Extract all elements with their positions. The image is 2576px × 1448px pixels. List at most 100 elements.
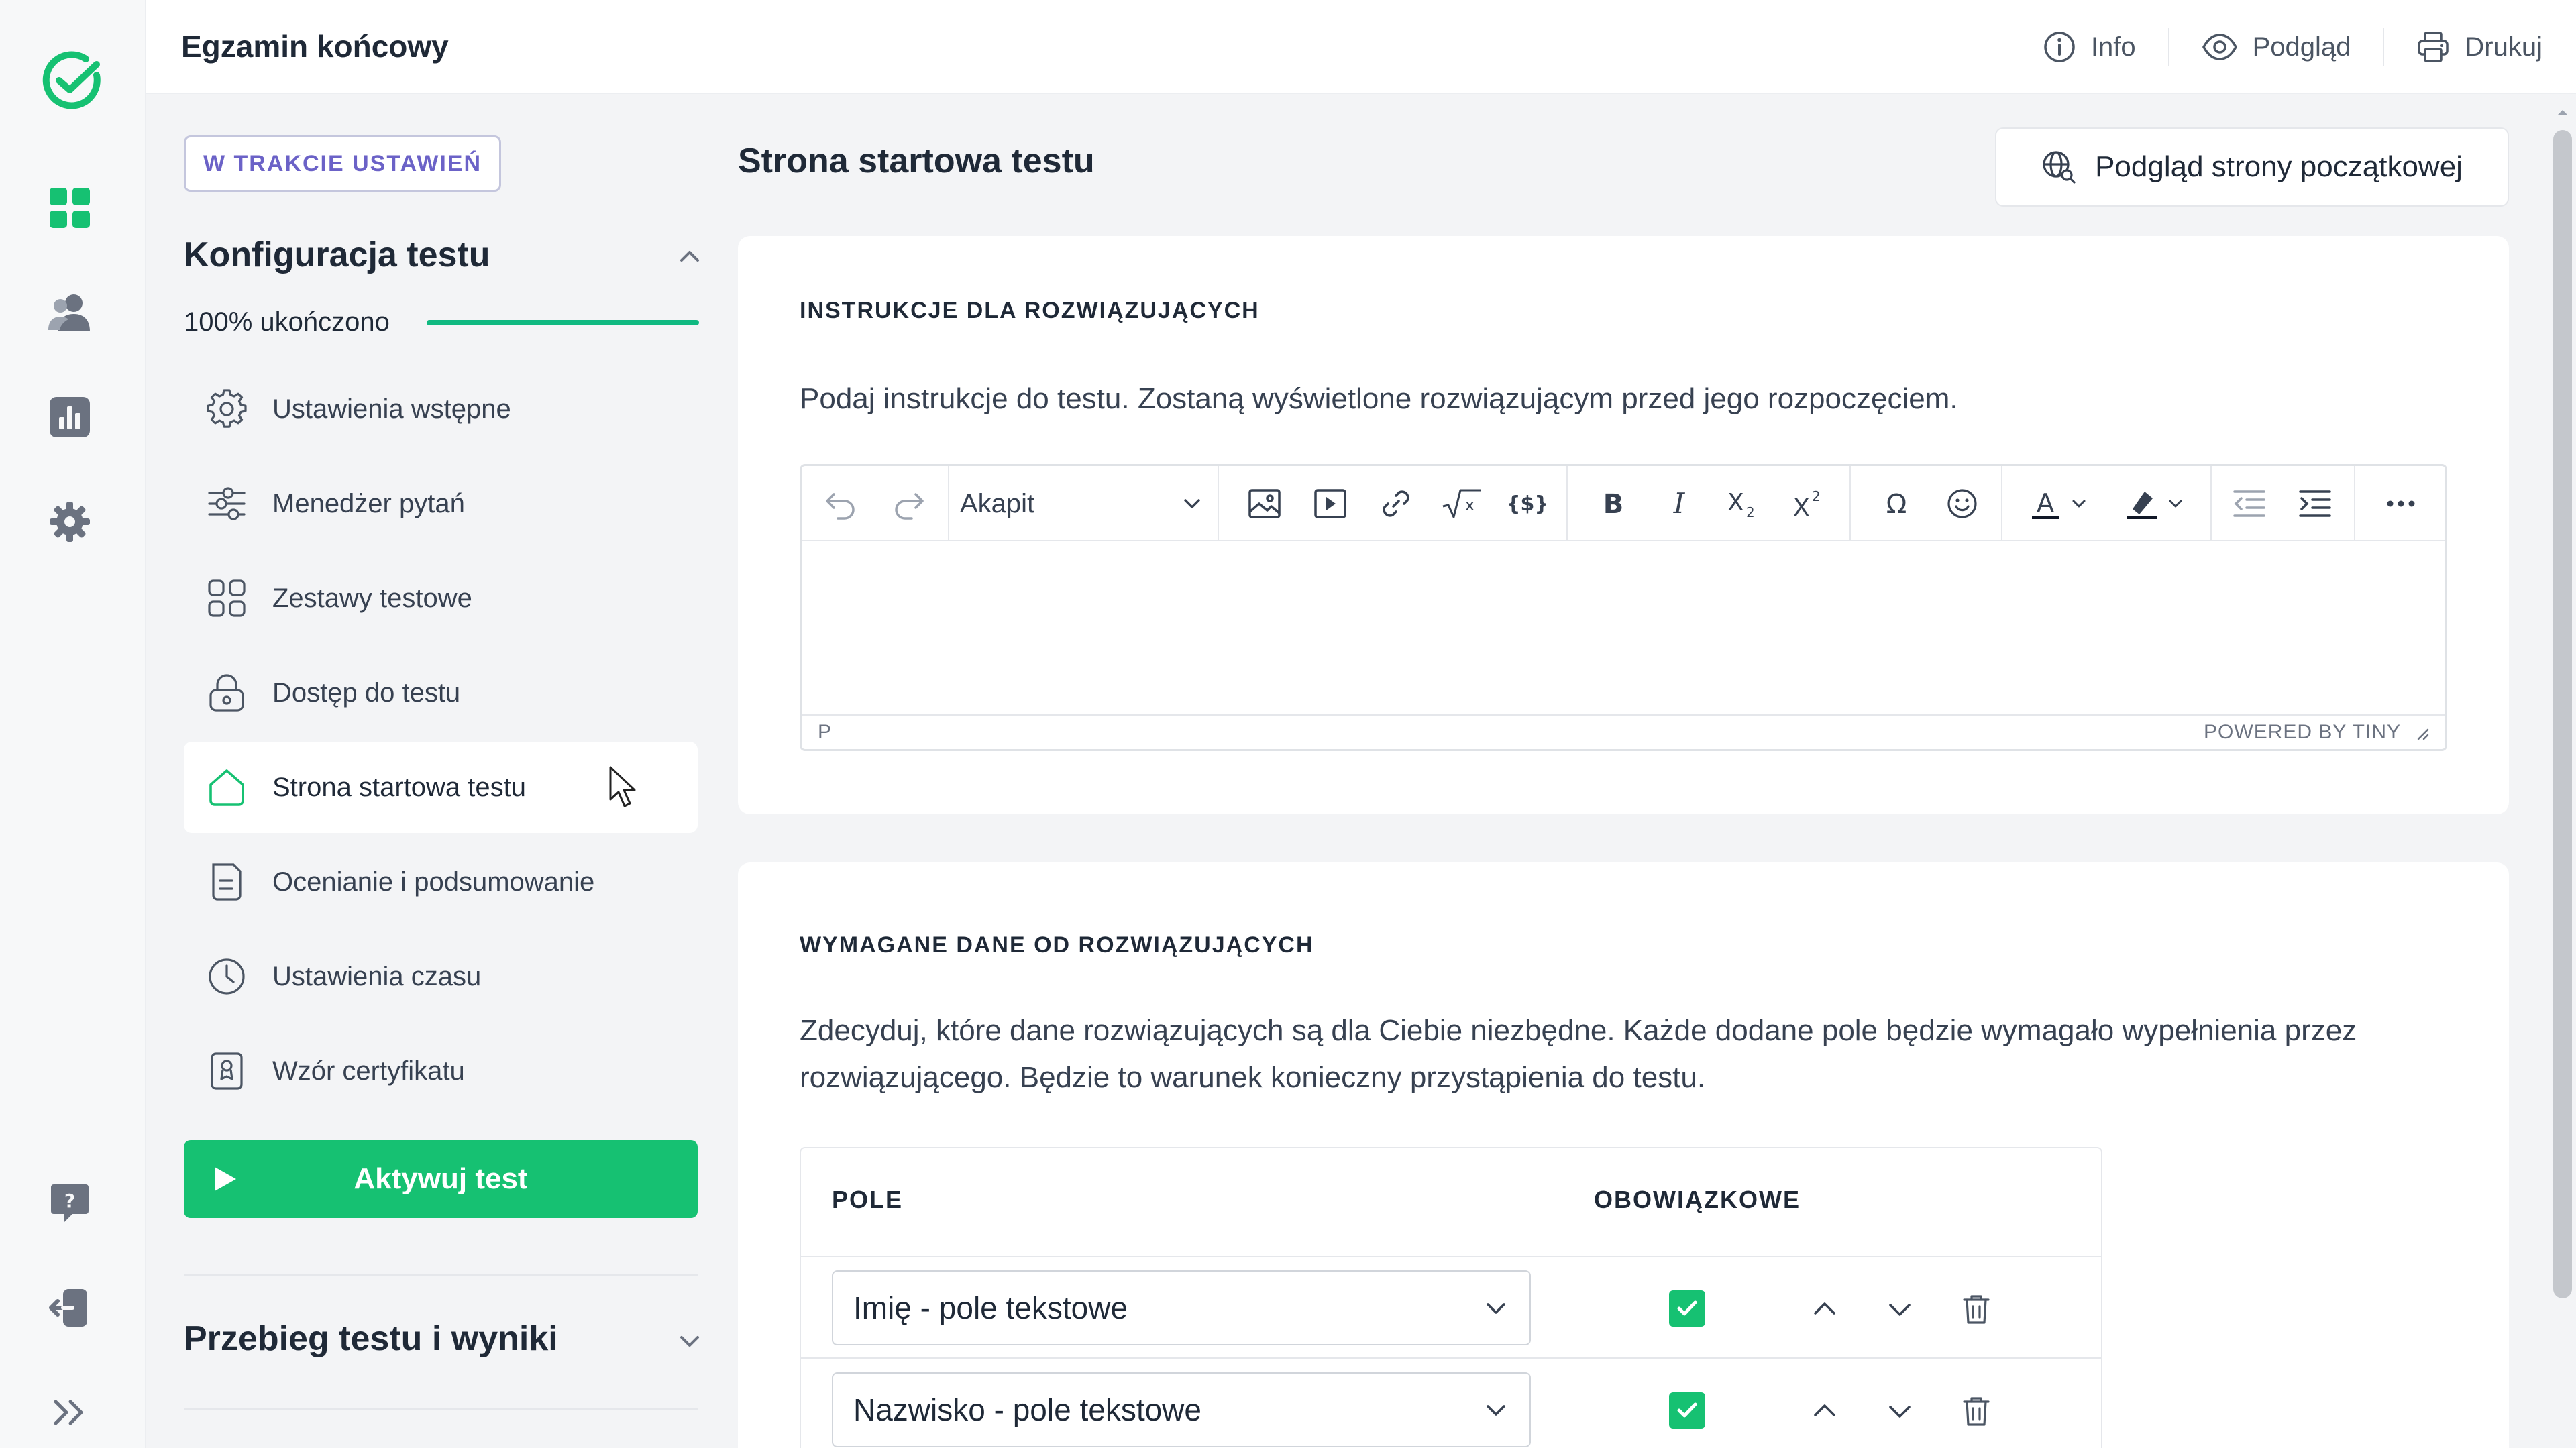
svg-text:?: ? <box>64 1190 75 1212</box>
superscript-icon: X2 <box>1793 488 1821 521</box>
editor-toolbar: Akapit x {$} <box>802 466 2445 541</box>
checkmark-icon <box>1677 1402 1697 1418</box>
undo-button[interactable] <box>814 477 867 531</box>
users-icon[interactable] <box>46 288 94 337</box>
sidebar-item-initial-settings[interactable]: Ustawienia wstępne <box>184 364 698 455</box>
square-root-icon: x <box>1442 489 1481 518</box>
bold-button[interactable]: B <box>1587 477 1640 531</box>
insert-math-button[interactable]: x <box>1435 477 1489 531</box>
delete-row-button[interactable] <box>1956 1289 1996 1329</box>
sidebar-item-label: Zestawy testowe <box>272 583 472 613</box>
section-divider <box>184 1408 698 1410</box>
chevron-down-icon <box>1487 1303 1505 1314</box>
svg-text:A: A <box>2037 488 2054 518</box>
sidebar-item-test-access[interactable]: Dostęp do testu <box>184 647 698 738</box>
sidebar-item-test-sets[interactable]: Zestawy testowe <box>184 553 698 644</box>
required-checkbox[interactable] <box>1669 1392 1705 1429</box>
preview-button[interactable]: Podgląd <box>2169 30 2383 64</box>
emoji-button[interactable] <box>1935 477 1989 531</box>
logo-check-icon[interactable] <box>39 47 106 114</box>
outdent-button[interactable] <box>2222 477 2276 531</box>
required-data-card: WYMAGANE DANE OD ROZWIĄZUJĄCYCH Zdecyduj… <box>738 862 2509 1448</box>
table-row: Nazwisko - pole tekstowe <box>801 1357 2101 1448</box>
chevron-up-icon[interactable] <box>676 243 703 270</box>
insert-media-button[interactable] <box>1303 477 1357 531</box>
emoji-icon <box>1947 489 1977 518</box>
help-question-icon[interactable]: ? <box>46 1179 94 1227</box>
text-color-button[interactable]: A <box>2019 477 2099 531</box>
redo-button[interactable] <box>882 477 936 531</box>
scroll-up-arrow-icon[interactable] <box>2555 105 2571 121</box>
section-title-results[interactable]: Przebieg testu i wyniki <box>184 1319 558 1359</box>
redo-icon <box>895 493 924 520</box>
indent-button[interactable] <box>2288 477 2342 531</box>
highlight-color-button[interactable] <box>2115 477 2196 531</box>
block-format-select[interactable]: Akapit <box>949 477 1211 531</box>
insert-link-button[interactable] <box>1369 477 1423 531</box>
sidebar-item-question-manager[interactable]: Menedżer pytań <box>184 458 698 549</box>
svg-text:Ω: Ω <box>1886 489 1907 520</box>
chevron-up-icon <box>1814 1404 1835 1416</box>
sliders-icon <box>205 482 248 525</box>
test-title: Egzamin końcowy <box>181 29 449 64</box>
field-type-select[interactable]: Nazwisko - pole tekstowe <box>832 1372 1531 1447</box>
sidebar-item-start-page[interactable]: Strona startowa testu <box>184 742 698 833</box>
svg-text:I: I <box>1673 487 1686 520</box>
more-options-button[interactable] <box>2374 477 2428 531</box>
sidebar-item-grading-summary[interactable]: Ocenianie i podsumowanie <box>184 836 698 928</box>
instructions-heading: INSTRUKCJE DLA ROZWIĄZUJĄCYCH <box>800 298 1260 323</box>
scrollbar-thumb[interactable] <box>2553 130 2572 1298</box>
field-type-select[interactable]: Imię - pole tekstowe <box>832 1270 1531 1345</box>
expand-chevrons-icon[interactable] <box>46 1388 94 1437</box>
move-up-button[interactable] <box>1805 1391 1845 1431</box>
settings-gear-icon[interactable] <box>46 498 94 546</box>
link-icon <box>1383 490 1409 517</box>
sidebar-item-label: Wzór certyfikatu <box>272 1056 465 1086</box>
chevron-up-icon <box>1814 1302 1835 1315</box>
sidebar-item-label: Ocenianie i podsumowanie <box>272 867 595 897</box>
sidebar-item-label: Menedżer pytań <box>272 488 465 518</box>
svg-text:2: 2 <box>1812 488 1821 504</box>
status-badge: W TRAKCIE USTAWIEŃ <box>184 135 502 192</box>
mouse-cursor-icon <box>609 766 636 807</box>
resize-handle-icon[interactable] <box>2413 724 2429 740</box>
svg-text:2: 2 <box>1746 504 1755 520</box>
subscript-button[interactable]: X2 <box>1718 477 1772 531</box>
printer-icon <box>2418 32 2449 62</box>
italic-button[interactable]: I <box>1652 477 1706 531</box>
activate-test-button[interactable]: Aktywuj test <box>184 1140 698 1218</box>
progress-bar <box>427 320 699 325</box>
trash-icon <box>1963 1295 1990 1324</box>
powered-by-tiny[interactable]: POWERED BY TINY <box>2204 721 2401 744</box>
preview-start-page-label: Podgląd strony początkowej <box>2095 150 2463 183</box>
print-button[interactable]: Drukuj <box>2384 30 2542 64</box>
special-char-button[interactable]: Ω <box>1870 477 1923 531</box>
required-checkbox[interactable] <box>1669 1290 1705 1327</box>
preview-start-page-button[interactable]: Podgląd strony początkowej <box>1995 127 2509 207</box>
document-icon <box>205 860 248 903</box>
page-scrollbar[interactable] <box>2549 94 2576 1448</box>
sidebar-item-time-settings[interactable]: Ustawienia czasu <box>184 931 698 1022</box>
section-title-config[interactable]: Konfiguracja testu <box>184 235 490 275</box>
editor-content-area[interactable] <box>802 541 2445 716</box>
sidebar-item-certificate-template[interactable]: Wzór certyfikatu <box>184 1025 698 1117</box>
move-down-button[interactable] <box>1880 1289 1920 1329</box>
move-down-button[interactable] <box>1880 1391 1920 1431</box>
superscript-button[interactable]: X2 <box>1784 477 1837 531</box>
info-button[interactable]: Info <box>2010 30 2168 64</box>
certificate-icon <box>205 1050 248 1093</box>
element-path[interactable]: P <box>818 721 832 744</box>
chevron-down-icon[interactable] <box>676 1328 703 1355</box>
dashboard-grid-icon[interactable] <box>46 184 94 232</box>
reports-chart-icon[interactable] <box>46 393 94 441</box>
insert-variable-button[interactable]: {$} <box>1501 477 1554 531</box>
required-data-description: Zdecyduj, które dane rozwiązujących są d… <box>800 1014 2357 1094</box>
delete-row-button[interactable] <box>1956 1391 1996 1431</box>
field-type-value: Imię - pole tekstowe <box>853 1290 1128 1325</box>
insert-image-button[interactable] <box>1238 477 1291 531</box>
info-icon <box>2044 32 2075 62</box>
column-header-field: POLE <box>832 1186 904 1213</box>
logout-icon[interactable] <box>46 1284 94 1332</box>
move-up-button[interactable] <box>1805 1289 1845 1329</box>
required-data-heading: WYMAGANE DANE OD ROZWIĄZUJĄCYCH <box>800 932 1314 958</box>
